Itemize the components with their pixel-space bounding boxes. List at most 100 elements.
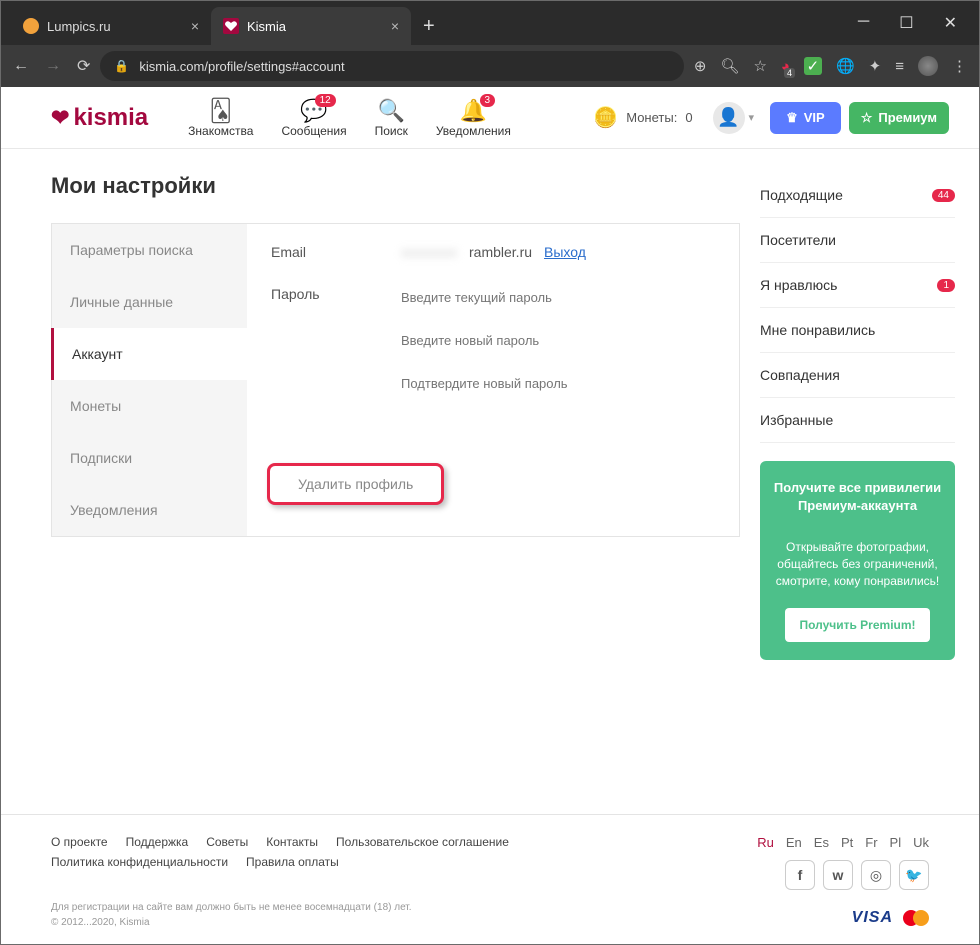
tab-notifications[interactable]: Уведомления <box>52 484 247 536</box>
coins-label: Монеты: <box>626 110 677 125</box>
lang-uk[interactable]: Uk <box>913 835 929 850</box>
password-label: Пароль <box>271 286 401 302</box>
footer-fine-print: Для регистрации на сайте вам должно быть… <box>51 900 412 915</box>
nav-messages[interactable]: 💬12 Сообщения <box>281 98 346 138</box>
footer-link[interactable]: Поддержка <box>126 835 189 849</box>
nav-dating[interactable]: 🂡 Знакомства <box>188 98 253 138</box>
chevron-down-icon: ▾ <box>749 111 755 124</box>
footer-link[interactable]: Пользовательское соглашение <box>336 835 509 849</box>
tab-account[interactable]: Аккаунт <box>51 328 247 380</box>
footer-link[interactable]: Правила оплаты <box>246 855 339 869</box>
avatar-icon: 👤 <box>713 102 745 134</box>
reading-list-icon[interactable]: ≡ <box>895 58 904 75</box>
browser-tab-lumpics[interactable]: Lumpics.ru × <box>11 7 211 45</box>
globe-icon[interactable]: 🌐 <box>836 57 855 75</box>
coins-icon: 🪙 <box>593 105 618 130</box>
footer-copyright: © 2012...2020, Kismia <box>51 915 412 930</box>
reload-button[interactable]: ⟳ <box>77 56 90 76</box>
sidebar-matches[interactable]: Подходящие 44 <box>760 173 955 218</box>
confirm-password-input[interactable] <box>401 376 715 391</box>
badge: 44 <box>932 189 955 202</box>
sidebar-likes-me[interactable]: Я нравлюсь 1 <box>760 263 955 308</box>
lock-icon: 🔒 <box>114 59 129 73</box>
footer-link[interactable]: Советы <box>206 835 248 849</box>
profile-avatar-icon[interactable] <box>918 56 938 76</box>
sidebar-favorites[interactable]: Избранные <box>760 398 955 443</box>
promo-heading: Получите все привилегии Премиум-аккаунта <box>772 479 943 515</box>
zoom-icon[interactable]: ⊕ <box>694 57 707 75</box>
sidebar-mutual[interactable]: Совпадения <box>760 353 955 398</box>
search-icon: 🔍 <box>378 98 405 124</box>
tab-coins[interactable]: Монеты <box>52 380 247 432</box>
settings-panel: Параметры поиска Личные данные Аккаунт М… <box>51 223 740 537</box>
maximize-button[interactable]: ☐ <box>899 13 913 33</box>
favicon-icon <box>223 18 239 34</box>
lang-fr[interactable]: Fr <box>865 835 877 850</box>
new-tab-button[interactable]: + <box>411 7 447 45</box>
chat-icon: 💬12 <box>300 98 327 124</box>
browser-tab-kismia[interactable]: Kismia × <box>211 7 411 45</box>
sidebar-visitors[interactable]: Посетители <box>760 218 955 263</box>
current-password-input[interactable] <box>401 290 715 305</box>
bell-icon: 🔔3 <box>460 98 487 124</box>
close-window-button[interactable]: ✕ <box>944 13 957 33</box>
link-label: Мне понравились <box>760 322 875 338</box>
tab-title: Kismia <box>247 19 286 34</box>
email-domain: rambler.ru <box>469 244 532 260</box>
forward-button[interactable]: → <box>45 57 61 75</box>
extensions-icon[interactable]: ✦ <box>869 57 882 75</box>
tab-subscriptions[interactable]: Подписки <box>52 432 247 484</box>
minimize-button[interactable]: ─ <box>858 13 869 33</box>
footer-link[interactable]: Политика конфиденциальности <box>51 855 228 869</box>
premium-label: Премиум <box>878 110 937 125</box>
footer-link[interactable]: О проекте <box>51 835 108 849</box>
lang-pt[interactable]: Pt <box>841 835 853 850</box>
close-icon[interactable]: × <box>391 18 399 34</box>
nav-search[interactable]: 🔍 Поиск <box>375 98 408 138</box>
footer-link[interactable]: Контакты <box>266 835 318 849</box>
star-icon[interactable]: ☆ <box>753 57 766 75</box>
tab-search-params[interactable]: Параметры поиска <box>52 224 247 276</box>
lang-pl[interactable]: Pl <box>890 835 902 850</box>
badge: 1 <box>937 279 955 292</box>
logo-text: kismia <box>73 104 148 132</box>
address-bar[interactable]: 🔒 kismia.com/profile/settings#account <box>100 51 683 81</box>
coins-display[interactable]: 🪙 Монеты: 0 <box>593 105 692 130</box>
close-icon[interactable]: × <box>191 18 199 34</box>
facebook-icon[interactable]: f <box>785 860 815 890</box>
get-premium-button[interactable]: Получить Premium! <box>785 608 929 642</box>
mastercard-logo <box>903 910 929 926</box>
vip-button[interactable]: ♛ VIP <box>770 102 841 134</box>
premium-button[interactable]: ☆ Премиум <box>849 102 949 134</box>
nav-label: Поиск <box>375 124 408 138</box>
nav-label: Уведомления <box>436 124 511 138</box>
lang-ru[interactable]: Ru <box>757 835 774 850</box>
lang-en[interactable]: En <box>786 835 802 850</box>
twitter-icon[interactable]: 🐦 <box>899 860 929 890</box>
page-title: Мои настройки <box>51 173 740 199</box>
lang-es[interactable]: Es <box>814 835 829 850</box>
tab-personal-data[interactable]: Личные данные <box>52 276 247 328</box>
delete-profile-button[interactable]: Удалить профиль <box>267 463 444 505</box>
vk-icon[interactable]: w <box>823 860 853 890</box>
premium-promo: Получите все привилегии Премиум-аккаунта… <box>760 461 955 660</box>
badge: 12 <box>315 94 336 107</box>
extension-icon[interactable]: ◕ 4 <box>781 58 790 75</box>
check-icon[interactable]: ✓ <box>804 57 822 75</box>
link-label: Подходящие <box>760 187 843 203</box>
logout-link[interactable]: Выход <box>544 244 586 260</box>
email-label: Email <box>271 244 401 260</box>
link-label: Совпадения <box>760 367 840 383</box>
new-password-input[interactable] <box>401 333 715 348</box>
back-button[interactable]: ← <box>13 57 29 75</box>
site-logo[interactable]: ❤ kismia <box>51 104 148 132</box>
user-menu[interactable]: 👤 ▾ <box>713 102 755 134</box>
menu-button[interactable]: ⋮ <box>952 57 967 75</box>
sidebar-i-liked[interactable]: Мне понравились <box>760 308 955 353</box>
diamond-icon: ♛ <box>786 110 798 126</box>
star-icon: ☆ <box>861 110 873 126</box>
nav-notifications[interactable]: 🔔3 Уведомления <box>436 98 511 138</box>
search-icon[interactable]: 🔍︎ <box>720 57 739 75</box>
instagram-icon[interactable]: ◎ <box>861 860 891 890</box>
coins-value: 0 <box>685 110 692 125</box>
